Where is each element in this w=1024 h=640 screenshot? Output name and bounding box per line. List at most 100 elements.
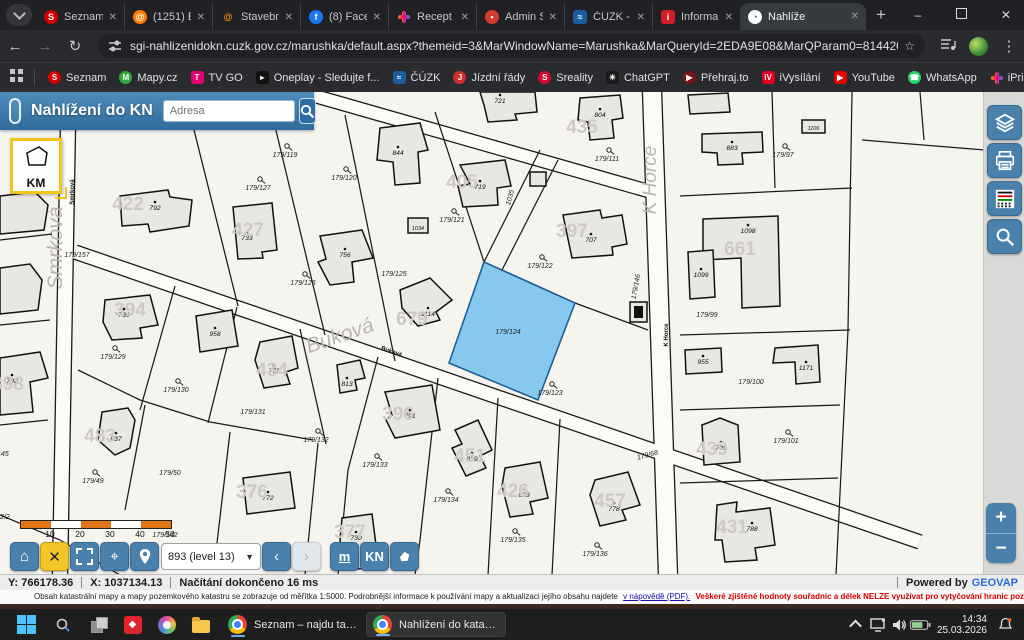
zoom-out-button[interactable]: −	[986, 533, 1016, 564]
zoom-in-button[interactable]: +	[986, 503, 1016, 533]
building-point	[154, 201, 157, 204]
polygon-map-button[interactable]	[390, 542, 419, 571]
tab-close-icon[interactable]: ✕	[546, 11, 560, 24]
anydesk-button[interactable]: ◆	[122, 614, 143, 635]
target-map-button[interactable]: ⌖	[100, 542, 129, 571]
browser-tab-6[interactable]: •Admin S✕	[476, 4, 564, 30]
task-view-button[interactable]	[88, 614, 109, 635]
tray-expand-icon[interactable]	[849, 620, 862, 633]
tab-close-icon[interactable]: ✕	[194, 11, 208, 24]
forward-map-button[interactable]: ›	[292, 542, 321, 571]
address-search-input[interactable]	[163, 100, 295, 122]
search-button[interactable]	[299, 98, 316, 124]
bookmark-11[interactable]: ▶YouTube	[834, 71, 895, 84]
layers-tool-button[interactable]	[987, 105, 1022, 140]
tab-title: Nahlíže	[768, 11, 845, 23]
url-text: sgi-nahlizenidokn.cuzk.gov.cz/marushka/d…	[130, 39, 898, 53]
start-button[interactable]	[16, 614, 37, 635]
tab-close-icon[interactable]: ✕	[282, 11, 296, 24]
taskbar-window-nahlizeni[interactable]: Nahlížení do katastru ne	[366, 612, 506, 637]
help-pdf-link[interactable]: v nápovědě (PDF).	[623, 592, 690, 601]
bookmark-7[interactable]: SSreality	[538, 71, 593, 84]
browser-tab-5[interactable]: Recept✕	[388, 4, 476, 30]
bookmark-8[interactable]: ✳ChatGPT	[606, 71, 670, 84]
print-tool-button[interactable]	[987, 143, 1022, 178]
browser-tab-8[interactable]: iInforma✕	[652, 4, 740, 30]
tab-close-icon[interactable]: ✕	[458, 11, 472, 24]
measure-map-button[interactable]: m	[330, 542, 359, 571]
forward-button[interactable]: →	[30, 38, 60, 55]
tab-title: (1251) E	[153, 11, 191, 23]
window-minimize-button[interactable]: –	[896, 0, 940, 30]
admin-favicon-icon: •	[485, 10, 499, 24]
battery-tray-icon[interactable]	[910, 614, 931, 635]
taskbar-search-button[interactable]	[52, 614, 73, 635]
bookmark-label: WhatsApp	[926, 72, 977, 84]
browser-tab-4[interactable]: f(8) Face✕	[300, 4, 388, 30]
pin-map-button[interactable]	[130, 542, 159, 571]
zoom-search-tool-button[interactable]	[987, 219, 1022, 254]
browser-tab-1[interactable]: SSeznam✕	[36, 4, 124, 30]
browser-tab-7[interactable]: ≈ČÚZK -✕	[564, 4, 652, 30]
address-bar[interactable]: sgi-nahlizenidokn.cuzk.gov.cz/marushka/d…	[98, 34, 925, 58]
notifications-bell-icon[interactable]	[995, 614, 1016, 635]
bookmark-star-icon[interactable]: ☆	[904, 39, 915, 53]
apps-grid-icon[interactable]	[10, 69, 24, 86]
tab-close-icon[interactable]: ✕	[370, 11, 384, 24]
tab-close-icon[interactable]: ✕	[722, 11, 736, 24]
media-panel-icon[interactable]	[933, 38, 963, 55]
building-point	[590, 233, 593, 236]
parcel-number-label: 179/49	[82, 478, 104, 485]
parcel-number-label: 179/131	[240, 409, 265, 416]
site-settings-icon[interactable]	[108, 39, 122, 53]
legend-tool-button[interactable]	[987, 181, 1022, 216]
bookmark-6[interactable]: JJízdní řády	[453, 71, 525, 84]
building-point	[214, 327, 217, 330]
paint-button[interactable]	[156, 614, 177, 635]
volume-tray-icon[interactable]	[889, 614, 910, 635]
parcel-number-label: 179/97	[772, 152, 795, 159]
kn-map-button[interactable]: KN	[360, 542, 389, 571]
small-structure	[530, 172, 546, 186]
browser-menu-button[interactable]: ⋮	[994, 37, 1024, 55]
browser-tab-3[interactable]: @Stavebn✕	[212, 4, 300, 30]
bookmark-3[interactable]: TTV GO	[191, 71, 243, 84]
marquee-map-button[interactable]	[70, 542, 99, 571]
back-map-button[interactable]: ‹	[262, 542, 291, 571]
bookmark-10[interactable]: iViVysílání	[762, 71, 821, 84]
browser-tab-9[interactable]: ◔Nahlíže✕	[740, 3, 866, 30]
geovap-brand-link[interactable]: GEOVAP	[972, 577, 1024, 589]
bookmark-5[interactable]: ≈ČÚZK	[393, 71, 441, 84]
right-tool-strip	[983, 92, 1024, 574]
tab-close-icon[interactable]: ✕	[106, 11, 120, 24]
bookmark-4[interactable]: ▸Oneplay - Sledujte f...	[256, 71, 380, 84]
scale-segment	[141, 521, 171, 528]
new-tab-button[interactable]: +	[866, 5, 896, 25]
zoom-level-dropdown[interactable]: 893 (level 13)▼	[161, 543, 261, 570]
tab-close-icon[interactable]: ✕	[634, 11, 648, 24]
bookmark-13[interactable]: iPrima	[990, 71, 1024, 84]
reload-button[interactable]: ↻	[60, 37, 90, 55]
window-maximize-button[interactable]	[940, 0, 984, 30]
overview-map-box[interactable]: KM	[10, 138, 62, 194]
bookmark-9[interactable]: ▶Přehraj.to	[683, 71, 749, 84]
home-map-button[interactable]: ⌂	[10, 542, 39, 571]
tab-search-button[interactable]	[6, 4, 32, 26]
window-close-button[interactable]: ✕	[984, 0, 1024, 30]
display-tray-icon[interactable]	[868, 614, 889, 635]
taskbar-window-seznam[interactable]: Seznam – najdu tam, co	[222, 612, 364, 637]
menu-hamburger-button[interactable]	[9, 98, 21, 124]
back-button[interactable]: ←	[0, 38, 30, 55]
file-explorer-button[interactable]	[190, 614, 211, 635]
tab-close-icon[interactable]: ✕	[848, 10, 862, 23]
tray-clock[interactable]: 14:34 25.03.2026	[937, 614, 987, 636]
scale-tick-label: 20	[75, 529, 84, 539]
bookmark-2[interactable]: MMapy.cz	[119, 71, 177, 84]
map-canvas[interactable]: SmrkováBukováK Horce79273384471970780488…	[0, 92, 1024, 574]
browser-tab-2[interactable]: @(1251) E✕	[124, 4, 212, 30]
close-map-button[interactable]: ✕	[40, 542, 69, 571]
bookmark-12[interactable]: ☎WhatsApp	[908, 71, 977, 84]
profile-avatar[interactable]	[969, 37, 988, 56]
bookmark-1[interactable]: SSeznam	[48, 71, 106, 84]
tab-title: Stavebn	[241, 11, 279, 23]
